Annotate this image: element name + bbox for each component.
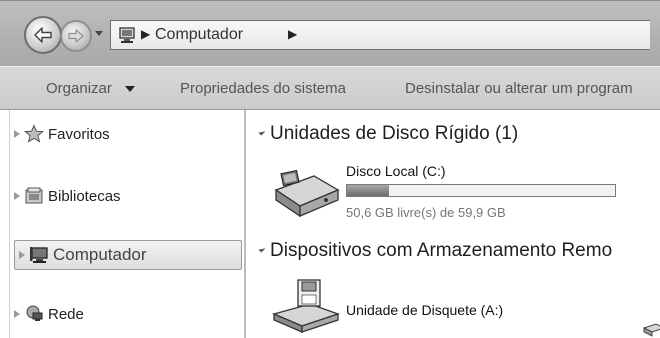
organize-button[interactable]: Organizar — [46, 80, 112, 97]
collapse-arrow-icon[interactable] — [258, 245, 266, 253]
collapse-arrow-icon[interactable] — [258, 128, 266, 136]
floppy-drive-name[interactable]: Unidade de Disquete (A:) — [346, 302, 503, 318]
libraries-icon — [25, 187, 43, 204]
expand-arrow-icon[interactable] — [14, 130, 20, 138]
network-icon — [26, 305, 43, 321]
command-bar: Organizar Propriedades do sistema Desins… — [0, 66, 660, 110]
drive-c-name[interactable]: Disco Local (C:) — [346, 163, 446, 179]
group-header-hard-disks[interactable]: Unidades de Disco Rígido (1) — [258, 123, 519, 145]
computer-icon — [119, 27, 135, 43]
drive-c-free-space: 50,6 GB livre(s) de 59,9 GB — [346, 205, 506, 220]
group-title: Dispositivos com Armazenamento Remo — [270, 240, 613, 261]
sidebar-item-network[interactable]: Rede — [14, 300, 84, 328]
expand-arrow-icon[interactable] — [19, 251, 25, 259]
forward-button[interactable] — [60, 20, 92, 52]
star-icon — [24, 124, 44, 143]
recent-pages-dropdown[interactable] — [95, 31, 103, 36]
expand-arrow-icon[interactable] — [14, 192, 20, 200]
navigation-bar: ▶ Computador ▶ — [0, 0, 660, 66]
breadcrumb-computer[interactable]: Computador — [155, 26, 243, 44]
drive-c-usage-fill — [347, 185, 389, 196]
group-title: Unidades de Disco Rígido (1) — [270, 123, 519, 144]
sidebar-item-favorites[interactable]: Favoritos — [14, 120, 110, 148]
sidebar-item-computer[interactable]: Computador — [14, 240, 242, 270]
sidebar-item-label: Favoritos — [48, 125, 110, 143]
computer-icon — [30, 247, 48, 263]
breadcrumb-separator-icon[interactable]: ▶ — [288, 27, 297, 41]
chevron-down-icon[interactable] — [125, 86, 135, 92]
back-arrow-icon — [34, 27, 52, 43]
optical-drive-icon[interactable] — [640, 318, 660, 338]
expand-arrow-icon[interactable] — [14, 310, 20, 318]
group-header-removable-storage[interactable]: Dispositivos com Armazenamento Remo — [258, 240, 613, 262]
explorer-window: ▶ Computador ▶ Organizar Propriedades do… — [0, 0, 660, 338]
back-button[interactable] — [24, 16, 62, 54]
hard-disk-icon[interactable] — [270, 166, 342, 220]
sidebar-item-label: Computador — [53, 245, 147, 264]
uninstall-program-button[interactable]: Desinstalar ou alterar um program — [405, 80, 633, 97]
breadcrumb-separator-icon[interactable]: ▶ — [141, 27, 150, 41]
sidebar-item-libraries[interactable]: Bibliotecas — [14, 182, 121, 210]
nav-pane-edge — [0, 110, 10, 338]
system-properties-button[interactable]: Propriedades do sistema — [180, 80, 346, 97]
drive-c-usage-bar — [346, 184, 616, 197]
content-pane: Unidades de Disco Rígido (1) Disco Local… — [248, 110, 660, 338]
forward-arrow-icon — [68, 29, 84, 43]
address-bar[interactable]: ▶ Computador ▶ — [110, 20, 650, 50]
floppy-drive-icon[interactable] — [270, 278, 342, 334]
sidebar-item-label: Rede — [48, 305, 84, 323]
sidebar-item-label: Bibliotecas — [48, 187, 121, 205]
